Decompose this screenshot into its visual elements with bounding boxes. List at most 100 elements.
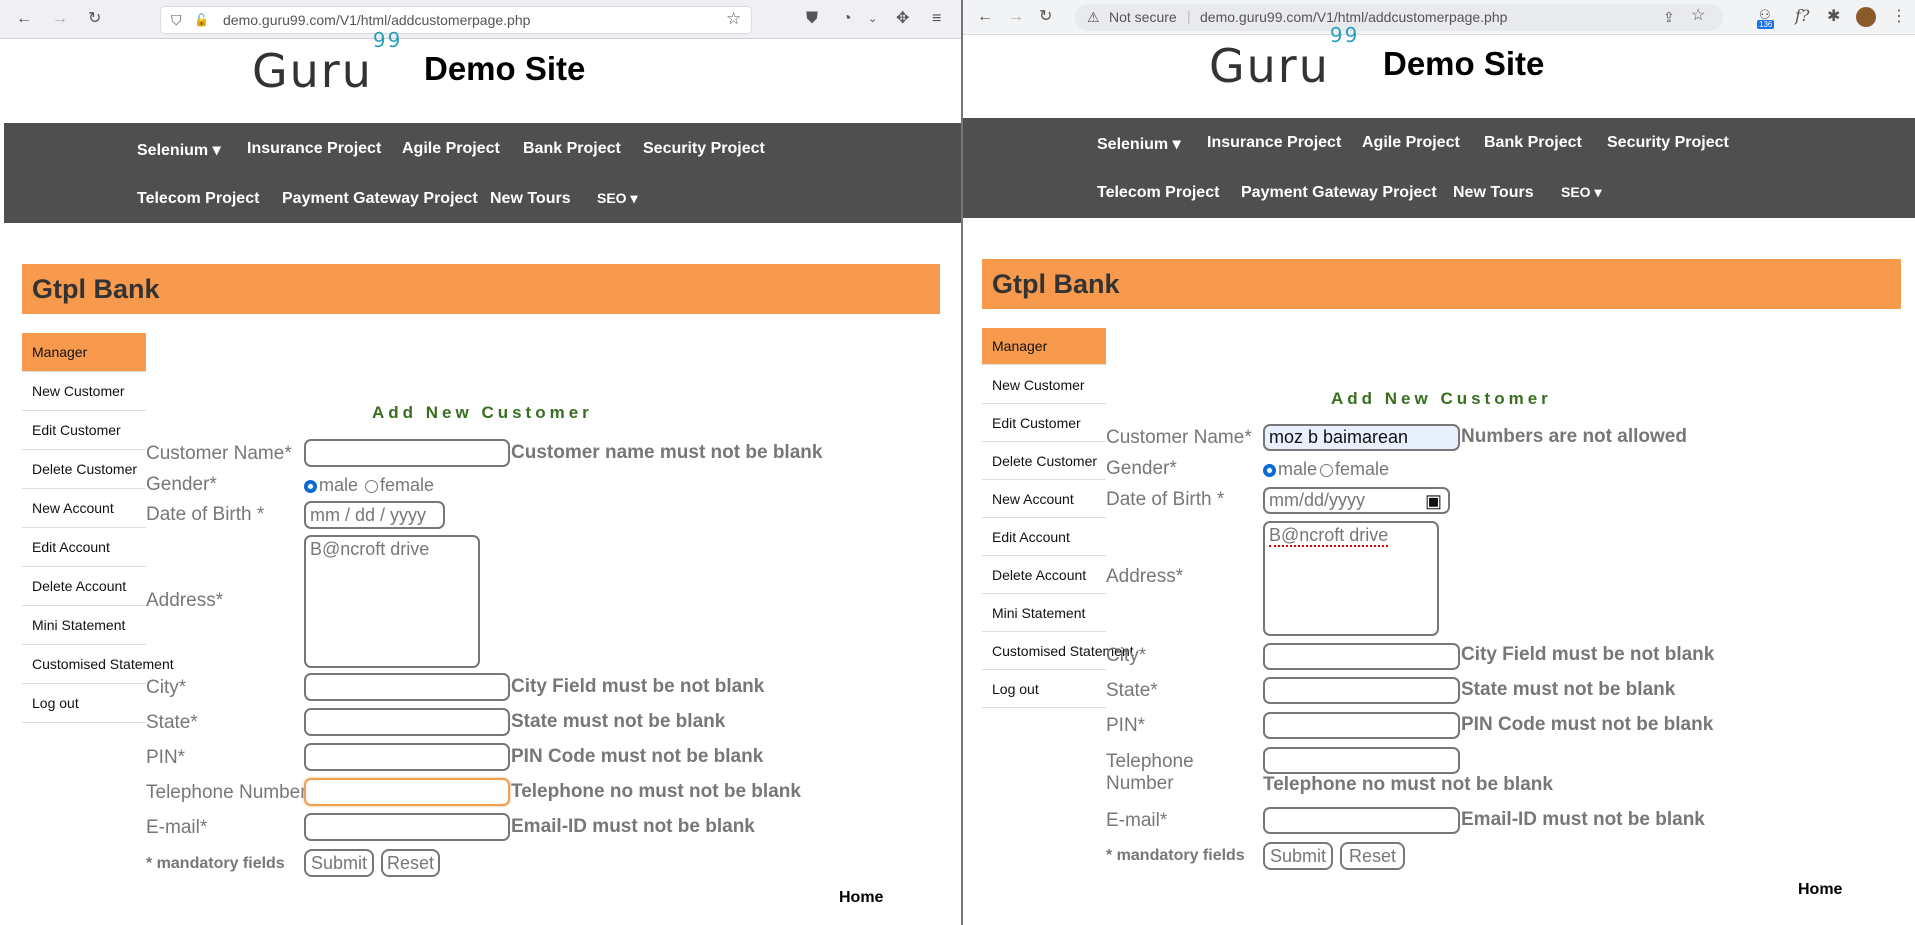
telephone-input[interactable] [304, 778, 510, 806]
reload-icon[interactable]: ↻ [1039, 9, 1052, 25]
nav-seo[interactable]: SEO ▾ [597, 190, 637, 207]
chevron-down-icon[interactable]: ⌄ [868, 11, 877, 27]
back-arrow-icon[interactable]: ← [977, 9, 993, 25]
customer-name-input[interactable]: moz b baimarean [1263, 424, 1460, 451]
submit-button[interactable]: Submit [304, 849, 374, 877]
sidebar-item-customised-statement[interactable]: Customised Statement [22, 645, 174, 684]
pin-input[interactable] [304, 743, 510, 771]
sidebar-item-edit-account[interactable]: Edit Account [982, 518, 1106, 556]
address-bar[interactable]: ⚠ Not secure | demo.guru99.com/V1/html/a… [1075, 4, 1723, 31]
radio-unselected-icon[interactable] [365, 479, 378, 493]
sidebar-item-delete-account[interactable]: Delete Account [22, 567, 146, 606]
star-icon[interactable]: ☆ [1691, 8, 1705, 24]
sidebar-item-manager[interactable]: Manager [982, 328, 1106, 365]
sidebar-item-delete-customer[interactable]: Delete Customer [22, 450, 146, 489]
nav-payment-gateway-project[interactable]: Payment Gateway Project [282, 190, 478, 208]
nav-insurance-project[interactable]: Insurance Project [247, 140, 381, 158]
address-bar[interactable]: ⛉ 🔓 demo.guru99.com/V1/html/addcustomerp… [160, 6, 752, 34]
pin-input[interactable] [1263, 712, 1460, 739]
email-input[interactable] [304, 813, 510, 841]
error-email: Email-ID must not be blank [1461, 809, 1705, 830]
guru99-logo[interactable]: Guru99 [252, 28, 402, 98]
browser-toolbar: ← → ↻ ⚠ Not secure | demo.guru99.com/V1/… [963, 0, 1915, 35]
sidebar-item-manager[interactable]: Manager [22, 333, 146, 372]
nav-security-project[interactable]: Security Project [643, 140, 765, 158]
nav-telecom-project[interactable]: Telecom Project [137, 190, 259, 208]
gender-radio-male[interactable]: male [1263, 459, 1317, 480]
calendar-icon[interactable]: ▣ [1425, 490, 1442, 512]
sidebar-item-edit-customer[interactable]: Edit Customer [22, 411, 146, 450]
home-link[interactable]: Home [839, 889, 883, 907]
nav-insurance-project[interactable]: Insurance Project [1207, 134, 1341, 152]
sync-icon[interactable]: ◔ [842, 11, 852, 27]
lock-icon[interactable]: 🔓 [194, 12, 209, 28]
avatar-icon[interactable] [1856, 7, 1876, 27]
city-input[interactable] [304, 673, 510, 701]
sidebar-item-mini-statement[interactable]: Mini Statement [22, 606, 146, 645]
sidebar-item-new-account[interactable]: New Account [982, 480, 1106, 518]
sidebar-item-log-out[interactable]: Log out [982, 670, 1106, 708]
nav-bank-project[interactable]: Bank Project [523, 140, 621, 158]
star-icon[interactable]: ☆ [726, 10, 741, 27]
pocket-icon[interactable]: ⛊ [806, 11, 818, 27]
nav-agile-project[interactable]: Agile Project [1362, 134, 1460, 152]
nav-new-tours[interactable]: New Tours [1453, 184, 1534, 202]
reload-icon[interactable]: ↻ [88, 11, 101, 27]
extension-icon[interactable]: ✥ [896, 11, 909, 27]
reset-button[interactable]: Reset [381, 849, 440, 877]
state-input[interactable] [1263, 677, 1460, 704]
gender-radio-female[interactable]: female [1320, 459, 1389, 480]
nav-new-tours[interactable]: New Tours [490, 190, 571, 208]
gender-radio-male[interactable]: male [304, 475, 358, 496]
dob-input[interactable]: mm/dd/yyyy ▣ [1263, 487, 1450, 514]
state-input[interactable] [304, 708, 510, 736]
sidebar-item-new-customer[interactable]: New Customer [22, 372, 146, 411]
sidebar-item-new-account[interactable]: New Account [22, 489, 146, 528]
warning-icon[interactable]: ⚠ [1087, 9, 1100, 25]
nav-bank-project[interactable]: Bank Project [1484, 134, 1582, 152]
nav-security-project[interactable]: Security Project [1607, 134, 1729, 152]
dob-input[interactable]: mm / dd / yyyy [304, 501, 445, 529]
city-input[interactable] [1263, 643, 1460, 670]
label-dob: Date of Birth * [1106, 489, 1225, 510]
reset-button[interactable]: Reset [1340, 842, 1405, 870]
font-finder-icon[interactable]: f? [1795, 8, 1810, 24]
nav-payment-gateway-project[interactable]: Payment Gateway Project [1241, 184, 1437, 202]
forward-arrow-icon[interactable]: → [1008, 9, 1024, 25]
sidebar-item-edit-account[interactable]: Edit Account [22, 528, 146, 567]
label-address: Address* [146, 590, 224, 611]
menu-icon[interactable]: ≡ [932, 11, 941, 27]
sidebar-item-delete-account[interactable]: Delete Account [982, 556, 1106, 594]
sidebar-item-delete-customer[interactable]: Delete Customer [982, 442, 1106, 480]
guru99-logo[interactable]: Guru99 [1209, 23, 1359, 93]
top-nav: Selenium ▾ Insurance Project Agile Proje… [4, 123, 962, 223]
sidebar-item-edit-customer[interactable]: Edit Customer [982, 404, 1106, 442]
share-icon[interactable]: ⇪ [1663, 9, 1675, 25]
sidebar-item-mini-statement[interactable]: Mini Statement [982, 594, 1106, 632]
radio-selected-icon[interactable] [304, 479, 317, 493]
kebab-menu-icon[interactable]: ⋮ [1891, 9, 1907, 25]
radio-unselected-icon[interactable] [1320, 463, 1333, 477]
email-input[interactable] [1263, 807, 1460, 834]
bank-header: Gtpl Bank [982, 259, 1901, 309]
nav-selenium[interactable]: Selenium ▾ [137, 140, 221, 160]
radio-selected-icon[interactable] [1263, 463, 1276, 477]
address-textarea[interactable]: B@ncroft drive [304, 535, 480, 668]
nav-telecom-project[interactable]: Telecom Project [1097, 184, 1219, 202]
telephone-input[interactable] [1263, 747, 1460, 774]
nav-agile-project[interactable]: Agile Project [402, 140, 500, 158]
sidebar-item-customised-statement[interactable]: Customised Statement [982, 632, 1134, 670]
nav-selenium[interactable]: Selenium ▾ [1097, 134, 1181, 154]
puzzle-icon[interactable]: ✱ [1827, 9, 1840, 25]
customer-name-input[interactable] [304, 439, 510, 467]
sidebar-item-log-out[interactable]: Log out [22, 684, 146, 723]
nav-seo[interactable]: SEO ▾ [1561, 184, 1601, 201]
submit-button[interactable]: Submit [1263, 842, 1333, 870]
back-arrow-icon[interactable]: ← [16, 11, 32, 27]
sidebar-item-new-customer[interactable]: New Customer [982, 366, 1106, 404]
shield-icon[interactable]: ⛉ [171, 12, 182, 28]
home-link[interactable]: Home [1798, 881, 1842, 899]
address-textarea[interactable]: B@ncroft drive [1263, 521, 1439, 636]
gender-radio-female[interactable]: female [365, 475, 434, 496]
forward-arrow-icon[interactable]: → [52, 11, 68, 27]
